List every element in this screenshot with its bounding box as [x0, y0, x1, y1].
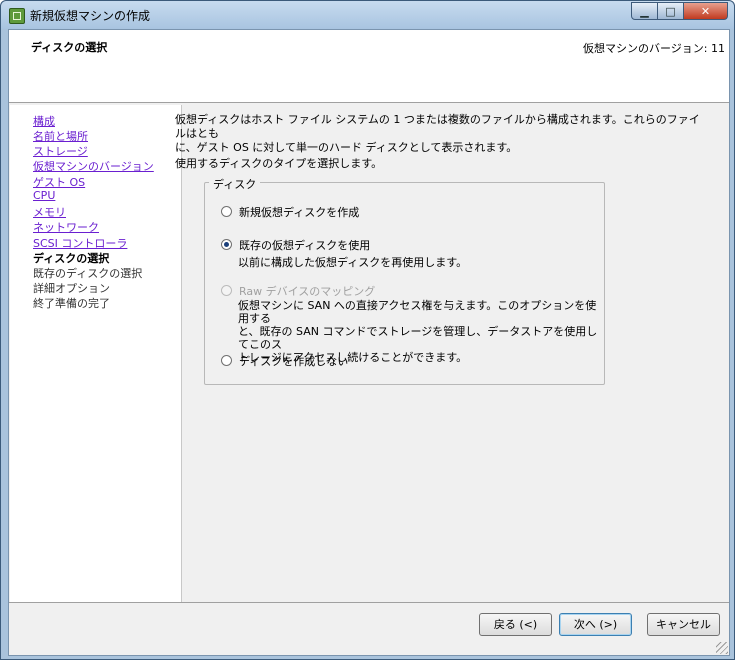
step-advanced-options: 詳細オプション	[33, 282, 110, 295]
disk-group-label: ディスク	[209, 176, 261, 192]
wizard-step-list: 構成 名前と場所 ストレージ 仮想マシンのバージョン ゲスト OS CPU メモ…	[10, 105, 182, 602]
existing-disk-description: 以前に構成した仮想ディスクを再使用します。	[238, 256, 468, 269]
existing-disk-label[interactable]: 既存の仮想ディスクを使用	[239, 239, 370, 252]
step-guest-os[interactable]: ゲスト OS	[33, 174, 85, 190]
step-select-existing-disk: 既存のディスクの選択	[33, 267, 143, 280]
maximize-button[interactable]: □	[658, 2, 684, 20]
window-title: 新規仮想マシンの作成	[30, 9, 151, 23]
step-vm-version[interactable]: 仮想マシンのバージョン	[33, 158, 154, 174]
title-bar[interactable]: 新規仮想マシンの作成 ▁ □ ✕	[1, 1, 734, 29]
description-line-1: 仮想ディスクはホスト ファイル システムの 1 つまたは複数のファイルから構成さ…	[175, 113, 700, 140]
new-disk-radio[interactable]	[221, 206, 232, 217]
raw-mapping-desc-line-1: 仮想マシンに SAN への直接アクセス権を与えます。このオプションを使用する	[238, 299, 597, 325]
page-title: ディスクの選択	[31, 41, 108, 54]
step-network[interactable]: ネットワーク	[33, 219, 99, 235]
next-button[interactable]: 次へ (>)	[559, 613, 632, 636]
wizard-window: 新規仮想マシンの作成 ▁ □ ✕ ディスクの選択 仮想マシンのバージョン: 11…	[0, 0, 735, 660]
step-scsi-controller[interactable]: SCSI コントローラ	[33, 235, 127, 251]
existing-disk-radio[interactable]	[221, 239, 232, 250]
back-button[interactable]: 戻る (<)	[479, 613, 552, 636]
wizard-header: ディスクの選択 仮想マシンのバージョン: 11	[9, 30, 729, 103]
step-storage[interactable]: ストレージ	[33, 143, 88, 159]
vm-version-label: 仮想マシンのバージョン: 11	[583, 42, 725, 55]
option-existing-disk[interactable]: 既存の仮想ディスクを使用	[221, 237, 370, 253]
step-configuration[interactable]: 構成	[33, 113, 55, 129]
no-disk-label[interactable]: ディスクを作成しない	[239, 355, 348, 368]
window-controls: ▁ □ ✕	[631, 2, 728, 20]
footer-divider	[9, 602, 729, 603]
disk-description: 仮想ディスクはホスト ファイル システムの 1 つまたは複数のファイルから構成さ…	[175, 113, 700, 155]
step-cpu[interactable]: CPU	[33, 189, 55, 202]
new-disk-label[interactable]: 新規仮想ディスクを作成	[239, 206, 359, 219]
option-no-disk[interactable]: ディスクを作成しない	[221, 353, 348, 369]
raw-mapping-desc-line-2: と、既存の SAN コマンドでストレージを管理し、データストアを使用してこのス	[238, 325, 598, 351]
description-line-2: に、ゲスト OS に対して単一のハード ディスクとして表示されます。	[175, 141, 518, 154]
option-new-disk[interactable]: 新規仮想ディスクを作成	[221, 204, 359, 220]
raw-mapping-radio	[221, 285, 232, 296]
wizard-client-area: ディスクの選択 仮想マシンのバージョン: 11 構成 名前と場所 ストレージ 仮…	[8, 29, 730, 656]
resize-grip[interactable]	[716, 642, 728, 654]
step-name-location[interactable]: 名前と場所	[33, 128, 88, 144]
step-select-disk: ディスクの選択	[33, 252, 110, 265]
no-disk-radio[interactable]	[221, 355, 232, 366]
vsphere-app-icon	[9, 8, 25, 24]
option-raw-device-mapping: Raw デバイスのマッピング	[221, 283, 375, 299]
step-ready-to-complete: 終了準備の完了	[33, 297, 110, 310]
minimize-button[interactable]: ▁	[631, 2, 658, 20]
cancel-button[interactable]: キャンセル	[647, 613, 720, 636]
disk-type-prompt: 使用するディスクのタイプを選択します。	[175, 157, 383, 170]
step-memory[interactable]: メモリ	[33, 204, 66, 220]
raw-mapping-label: Raw デバイスのマッピング	[239, 285, 376, 298]
close-button[interactable]: ✕	[684, 2, 728, 20]
